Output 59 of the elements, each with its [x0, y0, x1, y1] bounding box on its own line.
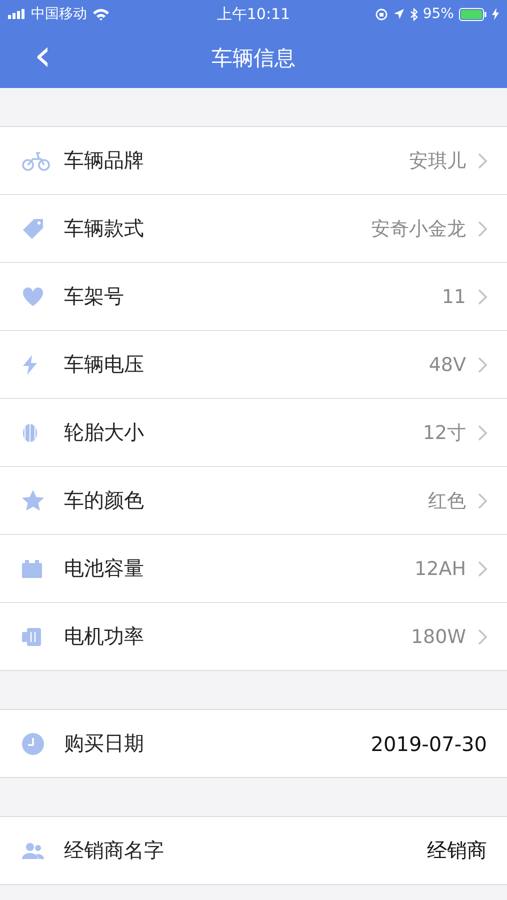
- status-time: 上午10:11: [216, 4, 290, 24]
- row-value: 2019-07-30: [370, 732, 487, 756]
- row-label: 经销商名字: [64, 837, 164, 864]
- chevron-right-icon: [478, 492, 487, 508]
- chevron-right-icon: [478, 220, 487, 236]
- chevron-right-icon: [478, 424, 487, 440]
- list-row[interactable]: 车辆电压 48V: [0, 331, 507, 399]
- chevron-right-icon: [478, 152, 487, 168]
- rotation-lock-icon: [374, 8, 388, 20]
- list-row[interactable]: 电机功率 180W: [0, 603, 507, 670]
- battery-icon: [22, 560, 42, 578]
- chevron-right-icon: [478, 560, 487, 576]
- list-row[interactable]: 购买日期 2019-07-30: [0, 710, 507, 777]
- location-arrow-icon: [392, 8, 405, 20]
- list-row[interactable]: 经销商名字 经销商: [0, 817, 507, 884]
- chevron-right-icon: [478, 288, 487, 304]
- row-label: 电池容量: [64, 555, 144, 582]
- battery-icon: [458, 8, 487, 20]
- list-row[interactable]: 电池容量 12AH: [0, 535, 507, 603]
- row-value: 180W: [410, 626, 466, 648]
- motor-icon: [22, 626, 42, 646]
- row-label: 车辆电压: [64, 351, 144, 378]
- row-value: 经销商: [427, 837, 487, 864]
- carrier-name: 中国移动: [31, 5, 87, 23]
- list-row[interactable]: 轮胎大小 12寸: [0, 399, 507, 467]
- row-value: 安琪儿: [409, 148, 466, 174]
- heart-icon: [22, 286, 44, 306]
- tag-icon: [22, 218, 44, 240]
- row-label: 车辆品牌: [64, 147, 144, 174]
- battery-percent: 95%: [422, 6, 454, 22]
- row-value: 11: [442, 286, 466, 308]
- people-icon: [22, 842, 44, 860]
- page-title: 车辆信息: [212, 45, 296, 72]
- row-label: 电机功率: [64, 623, 144, 650]
- tire-icon: [22, 422, 38, 442]
- row-label: 车架号: [64, 283, 124, 310]
- row-value: 48V: [428, 354, 466, 376]
- list-row[interactable]: 车架号 11: [0, 263, 507, 331]
- row-value: 12寸: [422, 420, 466, 446]
- row-label: 车的颜色: [64, 487, 144, 514]
- wifi-icon: [92, 8, 110, 20]
- chevron-right-icon: [478, 356, 487, 372]
- list-row[interactable]: 车辆款式 安奇小金龙: [0, 195, 507, 263]
- star-icon: [22, 490, 44, 511]
- clock-icon: [22, 732, 44, 754]
- row-label: 车辆款式: [64, 215, 144, 242]
- chevron-right-icon: [478, 628, 487, 644]
- signal-icon: [8, 9, 26, 19]
- row-value: 红色: [428, 488, 466, 514]
- list-row[interactable]: 车的颜色 红色: [0, 467, 507, 535]
- row-value: 12AH: [414, 558, 466, 580]
- charging-bolt-icon: [492, 8, 499, 20]
- row-label: 购买日期: [64, 730, 144, 757]
- row-label: 轮胎大小: [64, 419, 144, 446]
- bluetooth-icon: [410, 8, 418, 20]
- lightning-icon: [22, 354, 38, 374]
- row-value: 安奇小金龙: [371, 216, 466, 242]
- back-button[interactable]: ‹: [28, 34, 58, 78]
- list-row[interactable]: 车辆品牌 安琪儿: [0, 127, 507, 195]
